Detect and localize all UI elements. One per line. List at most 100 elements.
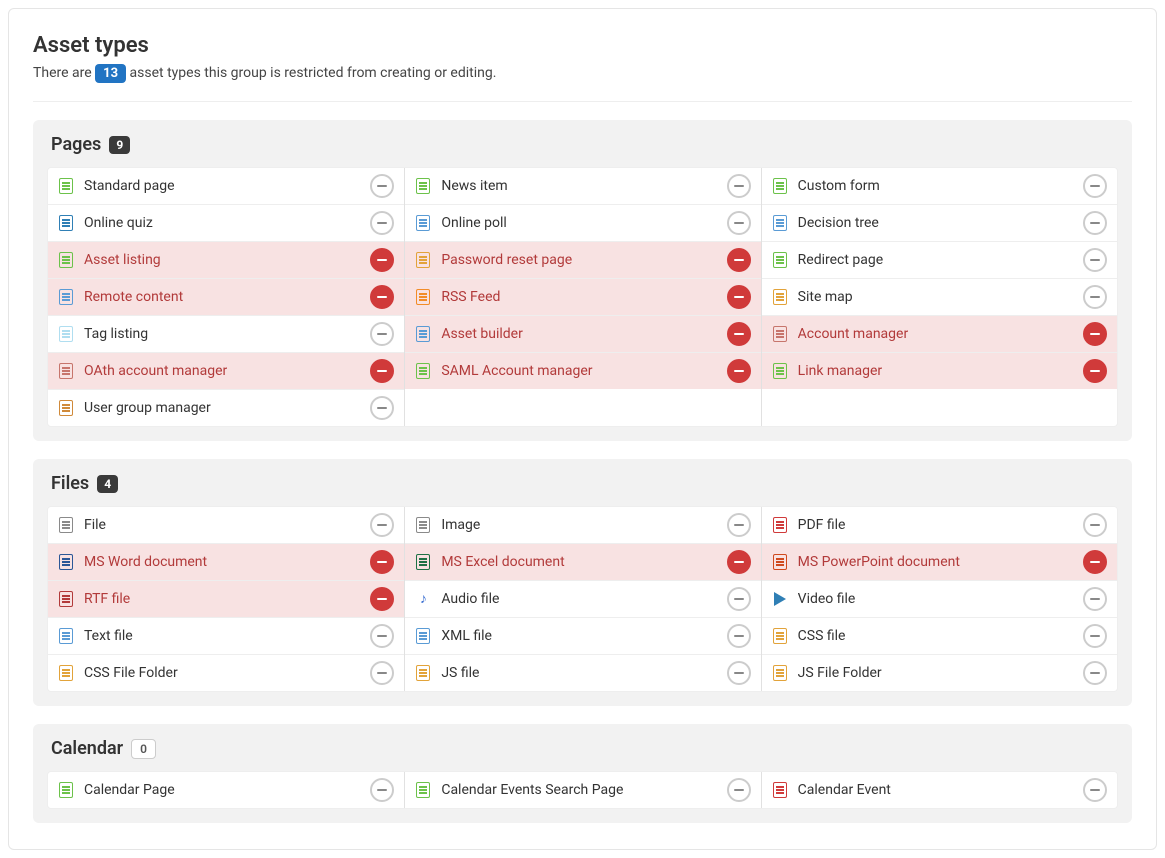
asset-type-row-news-item[interactable]: News item [405, 168, 760, 205]
add-restriction-button[interactable] [370, 322, 394, 346]
tag-icon [58, 326, 74, 342]
asset-type-row-file[interactable]: File [48, 507, 404, 544]
asset-type-row-rss-feed[interactable]: RSS Feed [405, 279, 760, 316]
asset-type-row-remote-content[interactable]: Remote content [48, 279, 404, 316]
asset-type-row-password-reset-page[interactable]: Password reset page [405, 242, 760, 279]
asset-type-row-pdf-file[interactable]: PDF file [762, 507, 1117, 544]
add-restriction-button[interactable] [370, 778, 394, 802]
remove-restriction-button[interactable] [1083, 359, 1107, 383]
asset-type-row-image[interactable]: Image [405, 507, 760, 544]
minus-icon [377, 635, 387, 637]
asset-type-row-ms-powerpoint-document[interactable]: MS PowerPoint document [762, 544, 1117, 581]
asset-type-row-calendar-event[interactable]: Calendar Event [762, 772, 1117, 808]
asset-type-label: Online poll [441, 215, 506, 231]
css-icon [772, 628, 788, 644]
add-restriction-button[interactable] [370, 174, 394, 198]
add-restriction-button[interactable] [1083, 248, 1107, 272]
asset-type-row-audio-file[interactable]: ♪Audio file [405, 581, 760, 618]
add-restriction-button[interactable] [1083, 211, 1107, 235]
minus-icon [1090, 259, 1100, 261]
remove-restriction-button[interactable] [370, 359, 394, 383]
asset-type-row-custom-form[interactable]: Custom form [762, 168, 1117, 205]
remove-restriction-button[interactable] [1083, 322, 1107, 346]
asset-type-row-calendar-events-search-page[interactable]: Calendar Events Search Page [405, 772, 760, 808]
asset-type-row-site-map[interactable]: Site map [762, 279, 1117, 316]
asset-type-row-standard-page[interactable]: Standard page [48, 168, 404, 205]
asset-type-row-asset-listing[interactable]: Asset listing [48, 242, 404, 279]
account-mgr-icon [772, 326, 788, 342]
asset-type-label: Custom form [798, 178, 880, 194]
asset-type-row-xml-file[interactable]: XML file [405, 618, 760, 655]
asset-type-row-ms-excel-document[interactable]: MS Excel document [405, 544, 760, 581]
add-restriction-button[interactable] [727, 174, 751, 198]
asset-type-row-rtf-file[interactable]: RTF file [48, 581, 404, 618]
cal-red-icon [772, 782, 788, 798]
add-restriction-button[interactable] [727, 624, 751, 648]
section-count-badge: 4 [97, 475, 118, 493]
row-left: Standard page [58, 178, 175, 194]
add-restriction-button[interactable] [727, 778, 751, 802]
add-restriction-button[interactable] [1083, 174, 1107, 198]
section-files: Files 4 File MS Word document RTF file Text f… [33, 459, 1132, 706]
add-restriction-button[interactable] [727, 587, 751, 611]
row-left: Online poll [415, 215, 506, 231]
asset-type-row-css-file[interactable]: CSS file [762, 618, 1117, 655]
remove-restriction-button[interactable] [370, 587, 394, 611]
remove-restriction-button[interactable] [727, 285, 751, 309]
remove-restriction-button[interactable] [370, 248, 394, 272]
asset-type-row-js-file-folder[interactable]: JS File Folder [762, 655, 1117, 691]
add-restriction-button[interactable] [1083, 624, 1107, 648]
row-left: User group manager [58, 400, 211, 416]
add-restriction-button[interactable] [727, 211, 751, 235]
asset-type-row-link-manager[interactable]: Link manager [762, 353, 1117, 389]
asset-type-row-redirect-page[interactable]: Redirect page [762, 242, 1117, 279]
add-restriction-button[interactable] [370, 624, 394, 648]
asset-type-row-account-manager[interactable]: Account manager [762, 316, 1117, 353]
row-left: File [58, 517, 106, 533]
minus-icon [377, 561, 387, 563]
asset-type-row-calendar-page[interactable]: Calendar Page [48, 772, 404, 808]
remove-restriction-button[interactable] [370, 550, 394, 574]
asset-type-row-oath-account-manager[interactable]: OAth account manager [48, 353, 404, 390]
minus-icon [1090, 598, 1100, 600]
remove-restriction-button[interactable] [727, 248, 751, 272]
remove-restriction-button[interactable] [727, 550, 751, 574]
add-restriction-button[interactable] [370, 513, 394, 537]
add-restriction-button[interactable] [1083, 587, 1107, 611]
add-restriction-button[interactable] [1083, 285, 1107, 309]
row-left: Online quiz [58, 215, 153, 231]
asset-type-row-decision-tree[interactable]: Decision tree [762, 205, 1117, 242]
remove-restriction-button[interactable] [727, 322, 751, 346]
asset-type-row-video-file[interactable]: Video file [762, 581, 1117, 618]
remove-restriction-button[interactable] [1083, 550, 1107, 574]
add-restriction-button[interactable] [370, 211, 394, 235]
asset-type-row-css-file-folder[interactable]: CSS File Folder [48, 655, 404, 691]
asset-type-row-ms-word-document[interactable]: MS Word document [48, 544, 404, 581]
remove-restriction-button[interactable] [370, 285, 394, 309]
asset-type-row-asset-builder[interactable]: Asset builder [405, 316, 760, 353]
asset-type-row-tag-listing[interactable]: Tag listing [48, 316, 404, 353]
remove-restriction-button[interactable] [727, 359, 751, 383]
asset-type-row-user-group-manager[interactable]: User group manager [48, 390, 404, 426]
row-left: ♪Audio file [415, 591, 499, 607]
section-title: Files [51, 473, 89, 494]
minus-icon [734, 222, 744, 224]
asset-type-row-text-file[interactable]: Text file [48, 618, 404, 655]
minus-icon [734, 598, 744, 600]
add-restriction-button[interactable] [1083, 778, 1107, 802]
asset-type-label: CSS file [798, 628, 846, 644]
add-restriction-button[interactable] [727, 513, 751, 537]
asset-type-row-js-file[interactable]: JS file [405, 655, 760, 691]
add-restriction-button[interactable] [727, 661, 751, 685]
asset-type-row-online-quiz[interactable]: Online quiz [48, 205, 404, 242]
add-restriction-button[interactable] [370, 396, 394, 420]
add-restriction-button[interactable] [370, 661, 394, 685]
add-restriction-button[interactable] [1083, 513, 1107, 537]
asset-type-row-saml-account-manager[interactable]: SAML Account manager [405, 353, 760, 389]
asset-type-row-online-poll[interactable]: Online poll [405, 205, 760, 242]
row-left: MS Excel document [415, 554, 564, 570]
asset-type-label: JS File Folder [798, 665, 882, 681]
add-restriction-button[interactable] [1083, 661, 1107, 685]
minus-icon [1090, 333, 1100, 335]
row-left: RTF file [58, 591, 130, 607]
